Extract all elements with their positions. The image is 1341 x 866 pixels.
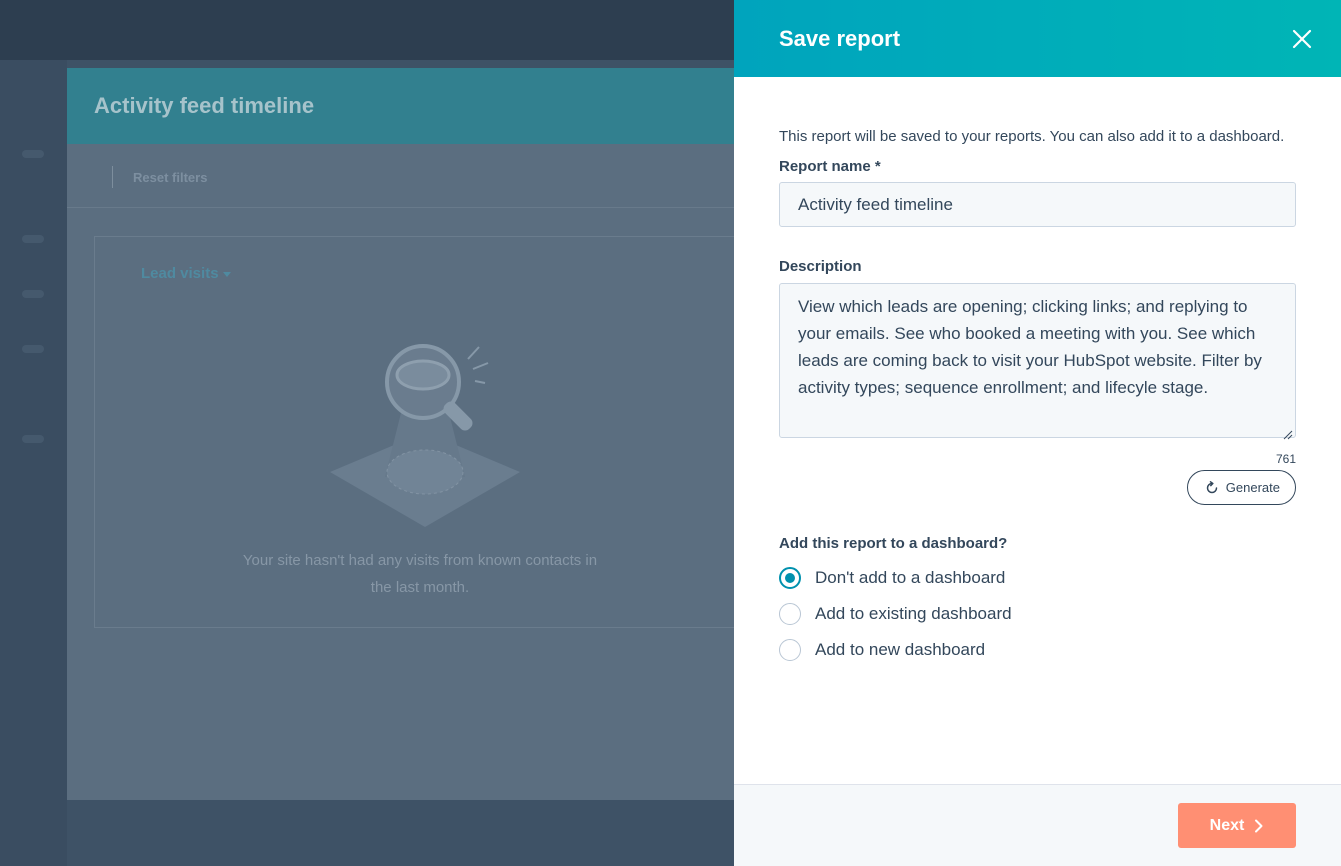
next-label: Next xyxy=(1209,816,1245,834)
radio-option-new-dashboard[interactable]: Add to new dashboard xyxy=(779,632,1296,668)
panel-title: Save report xyxy=(779,25,901,51)
radio-label: Add to existing dashboard xyxy=(815,604,1012,623)
panel-body: This report will be saved to your report… xyxy=(779,77,1296,668)
radio-option-existing-dashboard[interactable]: Add to existing dashboard xyxy=(779,596,1296,632)
generate-button[interactable]: Generate xyxy=(1186,470,1296,505)
caret-down-icon xyxy=(222,271,231,277)
generate-label: Generate xyxy=(1225,480,1280,495)
background-chart-card: Lead visits Your site hasn't had any vis… xyxy=(94,236,767,628)
character-count: 761 xyxy=(1275,452,1296,466)
radio-button-selected[interactable] xyxy=(779,567,801,589)
next-button[interactable]: Next xyxy=(1178,803,1296,848)
background-report-modal: Activity feed timeline Reset filters Lea… xyxy=(67,68,767,800)
dashboard-question-label: Add this report to a dashboard? xyxy=(779,535,1008,552)
close-icon xyxy=(1292,29,1312,49)
generate-row: Generate xyxy=(779,470,1296,505)
empty-state-message: Your site hasn't had any visits from kno… xyxy=(242,552,598,596)
lead-visits-dropdown: Lead visits xyxy=(141,265,231,282)
background-modal-header: Activity feed timeline xyxy=(67,68,767,144)
close-button[interactable] xyxy=(1287,24,1317,54)
background-nav-item xyxy=(22,290,44,298)
report-name-input[interactable] xyxy=(779,182,1296,227)
background-filter-bar: Reset filters xyxy=(67,144,767,208)
intro-text: This report will be saved to your report… xyxy=(779,128,1285,145)
report-name-label: Report name * xyxy=(779,158,881,175)
radio-button[interactable] xyxy=(779,603,801,625)
background-nav-item xyxy=(22,435,44,443)
refresh-icon xyxy=(1206,480,1218,493)
background-left-nav xyxy=(0,60,67,866)
radio-button[interactable] xyxy=(779,639,801,661)
background-nav-item xyxy=(22,345,44,353)
background-modal-title: Activity feed timeline xyxy=(94,93,315,118)
resize-handle-icon[interactable] xyxy=(1283,430,1293,440)
description-field-wrapper: View which leads are opening; clicking l… xyxy=(779,283,1296,443)
chevron-right-icon xyxy=(1255,819,1263,832)
radio-label: Don't add to a dashboard xyxy=(815,568,1006,587)
save-report-panel: Save report This report will be saved to… xyxy=(734,0,1341,866)
radio-option-dont-add[interactable]: Don't add to a dashboard xyxy=(779,560,1296,596)
description-textarea[interactable]: View which leads are opening; clicking l… xyxy=(779,283,1296,438)
description-label: Description xyxy=(779,258,862,275)
panel-header: Save report xyxy=(734,0,1341,77)
dashboard-radio-group: Don't add to a dashboard Add to existing… xyxy=(779,560,1296,668)
divider xyxy=(112,166,113,188)
radio-label: Add to new dashboard xyxy=(815,640,986,659)
reset-filters-link: Reset filters xyxy=(133,170,208,185)
panel-footer: Next xyxy=(734,784,1341,866)
lead-visits-label: Lead visits xyxy=(141,265,219,282)
background-nav-item xyxy=(22,235,44,243)
background-nav-item xyxy=(22,150,44,158)
magnifying-glass-illustration xyxy=(330,344,520,527)
